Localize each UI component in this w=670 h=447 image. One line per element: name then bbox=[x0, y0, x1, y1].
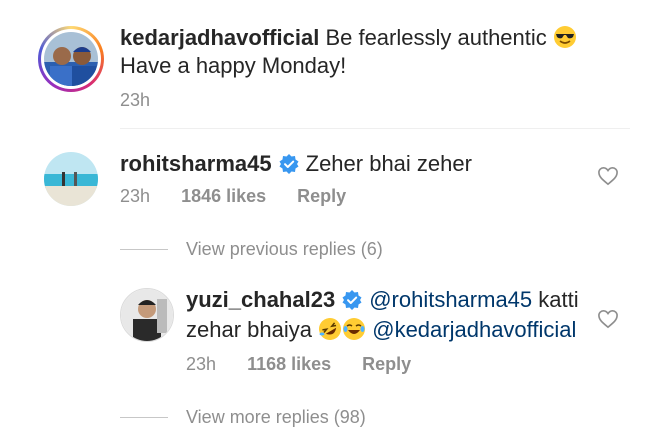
reply-text-katti: katti bbox=[538, 287, 579, 312]
reply-text-zehar: zehar bhaiya bbox=[186, 317, 312, 342]
reply-likes[interactable]: 1168 likes bbox=[247, 354, 331, 374]
view-more-line bbox=[120, 417, 168, 418]
post-time[interactable]: 23h bbox=[120, 90, 150, 111]
comment-likes[interactable]: 1846 likes bbox=[181, 186, 266, 206]
comment-text: Zeher bhai zeher bbox=[305, 151, 472, 176]
caption-divider bbox=[120, 128, 630, 129]
view-previous-replies[interactable]: View previous replies (6) bbox=[186, 239, 383, 260]
rolling-laughing-emoji-icon bbox=[318, 317, 342, 348]
comment-username[interactable]: rohitsharma45 bbox=[120, 151, 272, 176]
reply-time[interactable]: 23h bbox=[186, 354, 216, 374]
post-caption-text: Be fearlessly authentic bbox=[325, 25, 547, 50]
reply-username[interactable]: yuzi_chahal23 bbox=[186, 287, 335, 312]
tears-of-joy-emoji-icon bbox=[342, 317, 366, 348]
comment-meta: 23h 1846 likes Reply bbox=[120, 186, 346, 207]
comment-avatar[interactable] bbox=[44, 152, 98, 206]
comment-time[interactable]: 23h bbox=[120, 186, 150, 206]
reply-text-line1: yuzi_chahal23 @rohitsharma45 katti bbox=[186, 286, 579, 314]
verified-badge-icon bbox=[278, 153, 300, 175]
reply-meta: 23h 1168 likes Reply bbox=[186, 354, 411, 375]
post-username[interactable]: kedarjadhavofficial bbox=[120, 25, 319, 50]
comment-like-heart-icon[interactable] bbox=[597, 166, 619, 186]
reply-like-heart-icon[interactable] bbox=[597, 309, 619, 329]
reply-reply-button[interactable]: Reply bbox=[362, 354, 411, 374]
view-previous-line bbox=[120, 249, 168, 250]
view-more-replies[interactable]: View more replies (98) bbox=[186, 407, 366, 428]
post-caption-line2: Have a happy Monday! bbox=[120, 53, 347, 78]
comment-reply-button[interactable]: Reply bbox=[297, 186, 346, 206]
post-avatar[interactable] bbox=[38, 26, 104, 92]
reply-mention-rohit[interactable]: @rohitsharma45 bbox=[369, 287, 532, 312]
reply-avatar[interactable] bbox=[120, 288, 174, 342]
reply-text-line2: zehar bhaiya @kedarjadhavofficial bbox=[186, 316, 576, 348]
sunglasses-emoji-icon bbox=[553, 25, 577, 56]
reply-verified-badge-icon bbox=[341, 289, 363, 311]
comment-text-row: rohitsharma45 Zeher bhai zeher bbox=[120, 150, 472, 178]
reply-mention-kedar[interactable]: @kedarjadhavofficial bbox=[372, 317, 576, 342]
